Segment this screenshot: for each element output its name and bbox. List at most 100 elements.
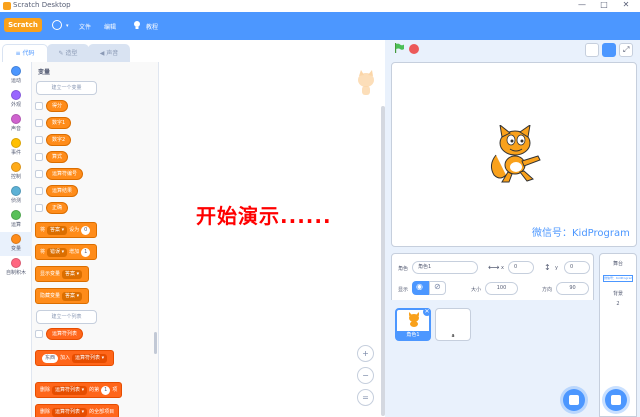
set-variable-block[interactable]: 将答案 ▾ 设为 0 [35, 222, 98, 238]
change-variable-block[interactable]: 将错误 ▾ 增加 1 [35, 244, 98, 260]
var-checkbox[interactable] [35, 187, 43, 195]
zoom-reset-button[interactable]: = [357, 389, 374, 406]
list-dropdown[interactable]: 运算符列表 ▾ [52, 408, 88, 417]
palette-scrollbar[interactable] [154, 332, 157, 354]
variable-dropdown[interactable]: 错误 ▾ [47, 248, 68, 257]
normal-stage-button[interactable] [602, 43, 616, 57]
block-text: 的全部项目 [89, 409, 115, 415]
variable-reporter[interactable]: 正确 [46, 202, 69, 214]
value-input[interactable]: 0 [81, 226, 91, 235]
tab-sounds-label: 声音 [106, 50, 119, 57]
variable-reporter[interactable]: 运算符编号 [46, 168, 84, 180]
var-checkbox[interactable] [35, 102, 43, 110]
add-to-list-block[interactable]: 东西 加入 运算符列表 ▾ [35, 350, 115, 366]
var-checkbox[interactable] [35, 136, 43, 144]
variable-reporter[interactable]: 算式 [46, 151, 69, 163]
make-variable-button[interactable]: 建立一个变量 [36, 81, 97, 95]
list-dropdown[interactable]: 运算符列表 ▾ [52, 386, 88, 395]
close-button[interactable]: ✕ [616, 0, 636, 9]
size-label: 大小 [471, 287, 482, 293]
delete-sprite-icon[interactable]: ✕ [423, 308, 431, 316]
value-input[interactable]: 东西 [42, 354, 59, 363]
scratch-logo[interactable]: Scratch [4, 18, 42, 32]
menu-tutorials[interactable]: 教程 [146, 22, 158, 31]
sprite-thumb[interactable]: ✕ 角色1 [395, 308, 431, 341]
variable-dropdown[interactable]: 答案 ▾ [62, 270, 83, 279]
category-sound[interactable]: 声音 [0, 114, 32, 132]
category-dot [11, 186, 21, 196]
list-checkbox[interactable] [35, 330, 43, 338]
var-checkbox[interactable] [35, 153, 43, 161]
choose-backdrop-button[interactable] [605, 389, 627, 411]
backdrop-thumbnail[interactable]: 微信号：KidProgram [603, 275, 633, 282]
size-field[interactable]: 100 [485, 282, 518, 295]
category-dot [11, 138, 21, 148]
category-motion[interactable]: 运动 [0, 66, 32, 84]
variable-reporter[interactable]: 得分 [46, 100, 69, 112]
sprite-thumb[interactable]: a [435, 308, 471, 341]
show-visible-button[interactable]: ◉ [412, 281, 429, 295]
cat-add-icon [569, 395, 579, 405]
category-menu: 运动 外观 声音 事件 控制 侦测 运算 变量 自制积木 [0, 62, 32, 417]
show-variable-block[interactable]: 显示变量 答案 ▾ [35, 266, 90, 282]
variable-reporter[interactable]: 数字1 [46, 117, 72, 129]
category-control[interactable]: 控制 [0, 162, 32, 180]
x-arrows-icon: ⟷ [488, 263, 500, 272]
var-checkbox[interactable] [35, 119, 43, 127]
menu-edit[interactable]: 编辑 [104, 22, 116, 31]
y-position-field[interactable]: 0 [564, 261, 590, 274]
tab-code-label: 代码 [22, 50, 35, 57]
make-list-button[interactable]: 建立一个列表 [36, 310, 97, 324]
cat-thumb-icon [409, 312, 419, 327]
window-titlebar: Scratch Desktop — □ ✕ [0, 0, 640, 12]
language-globe-icon[interactable] [52, 20, 62, 30]
green-flag-icon[interactable] [394, 43, 404, 53]
value-input[interactable]: 1 [81, 248, 91, 257]
small-stage-button[interactable] [585, 43, 599, 57]
category-operators[interactable]: 运算 [0, 210, 32, 228]
delete-item-block[interactable]: 删除 运算符列表 ▾ 的第 1 项 [35, 382, 123, 398]
value-input[interactable]: 1 [101, 386, 111, 395]
variable-dropdown[interactable]: 答案 ▾ [62, 292, 83, 301]
fullscreen-button[interactable]: ⤢ [619, 43, 633, 57]
list-dropdown[interactable]: 运算符列表 ▾ [72, 354, 108, 363]
variable-reporter[interactable]: 运算结果 [46, 185, 79, 197]
category-sensing[interactable]: 侦测 [0, 186, 32, 204]
code-workspace[interactable] [160, 62, 385, 417]
zoom-in-button[interactable]: + [357, 345, 374, 362]
category-my-blocks[interactable]: 自制积木 [0, 258, 32, 276]
show-hidden-button[interactable]: ⊘ [429, 281, 446, 295]
tab-costumes-label: 造型 [65, 50, 78, 57]
sprite-thumb-label: a [451, 333, 455, 339]
variable-dropdown[interactable]: 答案 ▾ [47, 226, 68, 235]
sprite-name-field[interactable]: 角色1 [412, 261, 478, 274]
zoom-out-button[interactable]: − [357, 367, 374, 384]
y-label: y [555, 265, 558, 271]
tab-code[interactable]: ≡ 代码 [2, 44, 48, 62]
menu-file[interactable]: 文件 [79, 22, 91, 31]
category-looks[interactable]: 外观 [0, 90, 32, 108]
hide-variable-block[interactable]: 隐藏变量 答案 ▾ [35, 288, 90, 304]
stage-canvas[interactable] [391, 62, 637, 247]
chevron-down-icon: ▾ [66, 23, 69, 29]
direction-field[interactable]: 90 [556, 282, 589, 295]
category-events[interactable]: 事件 [0, 138, 32, 156]
var-checkbox[interactable] [35, 170, 43, 178]
maximize-button[interactable]: □ [594, 0, 614, 9]
block-text: 的第 [89, 387, 100, 393]
category-variables[interactable]: 变量 [0, 232, 32, 256]
delete-all-block[interactable]: 删除 运算符列表 ▾ 的全部项目 [35, 404, 120, 417]
var-checkbox[interactable] [35, 204, 43, 212]
variable-reporter[interactable]: 数字2 [46, 134, 72, 146]
choose-sprite-button[interactable] [563, 389, 585, 411]
cat-sprite[interactable] [482, 125, 548, 185]
tab-sounds[interactable]: ◀ 声音 [88, 44, 130, 62]
dropdown-value: 运算符列表 [55, 409, 81, 415]
minimize-button[interactable]: — [572, 0, 592, 9]
stage-selector-title: 舞台 [612, 261, 623, 267]
workspace-scrollbar[interactable] [381, 106, 385, 416]
stop-button[interactable] [409, 44, 419, 54]
list-reporter[interactable]: 运算符列表 [46, 328, 84, 340]
tab-costumes[interactable]: ✎ 造型 [47, 44, 89, 62]
x-position-field[interactable]: 0 [508, 261, 534, 274]
